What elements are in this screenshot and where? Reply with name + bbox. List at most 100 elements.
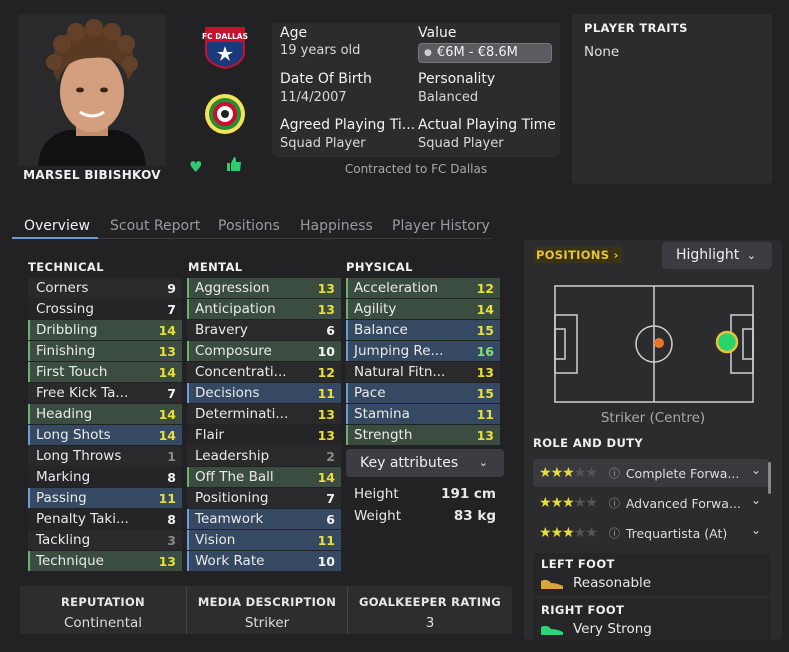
attribute-row-positioning[interactable]: Positioning 7 [187,488,341,508]
attribute-row-vision[interactable]: Vision 11 [187,530,341,550]
player-profile-screen: MARSEL BIBISHKOV FC DALLAS ♥ Age 19 year… [0,0,789,652]
attribute-row-natural-fitn[interactable]: Natural Fitn... 13 [346,362,500,382]
height-value: 191 cm [441,486,496,502]
attribute-value: 14 [158,364,176,380]
club-crest-icon[interactable]: FC DALLAS [202,24,248,70]
attribute-row-concentrati[interactable]: Concentrati... 12 [187,362,341,382]
attribute-name: Balance [354,322,408,338]
chevron-down-icon[interactable]: ⌄ [751,523,761,537]
attribute-name: Determinati... [195,406,289,422]
primary-position-marker [715,330,739,354]
role-row[interactable]: ★★★★★ ⓘ Complete Forwa... ⌄ [533,459,769,487]
attribute-value: 12 [317,364,335,380]
attribute-value: 16 [476,343,494,359]
attribute-value: 13 [317,280,335,296]
heart-icon[interactable]: ♥ [189,158,207,176]
attribute-row-free-kick-ta[interactable]: Free Kick Ta... 7 [28,383,182,403]
attribute-row-tackling[interactable]: Tackling 3 [28,530,182,550]
thumbs-up-icon[interactable] [226,156,244,174]
attribute-name: Pace [354,385,386,401]
pitch-map[interactable] [554,285,754,403]
attribute-row-stamina[interactable]: Stamina 11 [346,404,500,424]
attribute-name: Composure [195,343,272,359]
attribute-row-dribbling[interactable]: Dribbling 14 [28,320,182,340]
tab-overview[interactable]: Overview [24,218,90,234]
attribute-value: 10 [317,553,335,569]
role-row[interactable]: ★★★★★ ⓘ Advanced Forwa... ⌄ [533,489,769,517]
info-icon[interactable]: ⓘ [609,495,620,511]
attribute-value: 12 [476,280,494,296]
highlight-label: Highlight [676,247,740,263]
attribute-value: 14 [476,301,494,317]
attribute-row-teamwork[interactable]: Teamwork 6 [187,509,341,529]
attribute-name: Agility [354,301,397,317]
scrollbar[interactable] [768,462,771,494]
attribute-row-technique[interactable]: Technique 13 [28,551,182,571]
attribute-row-flair[interactable]: Flair 13 [187,425,341,445]
attribute-row-determinati[interactable]: Determinati... 13 [187,404,341,424]
value-pill[interactable]: ● €6M - €8.6M [418,43,552,63]
attribute-name: Jumping Re... [354,343,444,359]
role-row[interactable]: ★★★★★ ⓘ Trequartista (At) ⌄ [533,519,769,547]
tab-positions[interactable]: Positions [218,218,280,234]
attribute-row-decisions[interactable]: Decisions 11 [187,383,341,403]
attribute-value: 9 [167,280,176,296]
attribute-row-work-rate[interactable]: Work Rate 10 [187,551,341,571]
attribute-row-heading[interactable]: Heading 14 [28,404,182,424]
info-icon[interactable]: ⓘ [609,525,620,541]
player-photo [18,14,166,166]
attribute-row-aggression[interactable]: Aggression 13 [187,278,341,298]
attribute-value: 14 [158,322,176,338]
highlight-dropdown[interactable]: Highlight ⌄ [662,242,772,269]
attribute-row-acceleration[interactable]: Acceleration 12 [346,278,500,298]
attribute-row-leadership[interactable]: Leadership 2 [187,446,341,466]
chevron-down-icon[interactable]: ⌄ [751,493,761,507]
tab-player-history[interactable]: Player History [392,218,490,234]
attribute-row-finishing[interactable]: Finishing 13 [28,341,182,361]
attribute-row-bravery[interactable]: Bravery 6 [187,320,341,340]
dob-label: Date Of Birth [280,71,372,87]
attribute-row-first-touch[interactable]: First Touch 14 [28,362,182,382]
positions-link[interactable]: POSITIONS › [533,247,622,263]
attribute-row-marking[interactable]: Marking 8 [28,467,182,487]
attribute-value: 13 [317,427,335,443]
attribute-value: 8 [167,469,176,485]
attribute-value: 6 [326,511,335,527]
tab-happiness[interactable]: Happiness [300,218,373,234]
attribute-row-corners[interactable]: Corners 9 [28,278,182,298]
agreed-playing-time-value: Squad Player [280,136,366,151]
nation-crest-icon[interactable] [204,92,246,136]
positions-title: POSITIONS [536,248,610,262]
height-label: Height [354,486,399,502]
attribute-row-jumping-re[interactable]: Jumping Re... 16 [346,341,500,361]
attribute-row-anticipation[interactable]: Anticipation 13 [187,299,341,319]
attribute-row-penalty-taki[interactable]: Penalty Taki... 8 [28,509,182,529]
info-icon[interactable]: ⓘ [609,465,620,481]
key-attributes-dropdown[interactable]: Key attributes ⌄ [346,449,504,477]
attribute-name: First Touch [36,364,108,380]
attribute-row-pace[interactable]: Pace 15 [346,383,500,403]
attribute-row-strength[interactable]: Strength 13 [346,425,500,445]
attribute-row-agility[interactable]: Agility 14 [346,299,500,319]
attribute-row-composure[interactable]: Composure 10 [187,341,341,361]
attribute-row-long-shots[interactable]: Long Shots 14 [28,425,182,445]
attribute-value: 14 [317,469,335,485]
reputation-value: Continental [63,615,143,631]
attribute-row-passing[interactable]: Passing 11 [28,488,182,508]
key-attributes-label: Key attributes [360,455,459,471]
player-traits-panel: PLAYER TRAITS None [572,14,772,184]
attribute-value: 13 [317,406,335,422]
left-foot-box: LEFT FOOT Reasonable [533,553,771,595]
goalkeeper-rating-value: 3 [425,615,435,631]
attribute-row-off-the-ball[interactable]: Off The Ball 14 [187,467,341,487]
attribute-value: 13 [158,553,176,569]
attribute-name: Long Shots [36,427,111,443]
attribute-row-balance[interactable]: Balance 15 [346,320,500,340]
attribute-row-crossing[interactable]: Crossing 7 [28,299,182,319]
attribute-name: Concentrati... [195,364,287,380]
attribute-row-long-throws[interactable]: Long Throws 1 [28,446,182,466]
contract-status: Contracted to FC Dallas [344,162,488,176]
chevron-down-icon[interactable]: ⌄ [751,463,761,477]
tab-scout-report[interactable]: Scout Report [110,218,200,234]
media-description-cell: MEDIA DESCRIPTION Striker [187,586,347,634]
